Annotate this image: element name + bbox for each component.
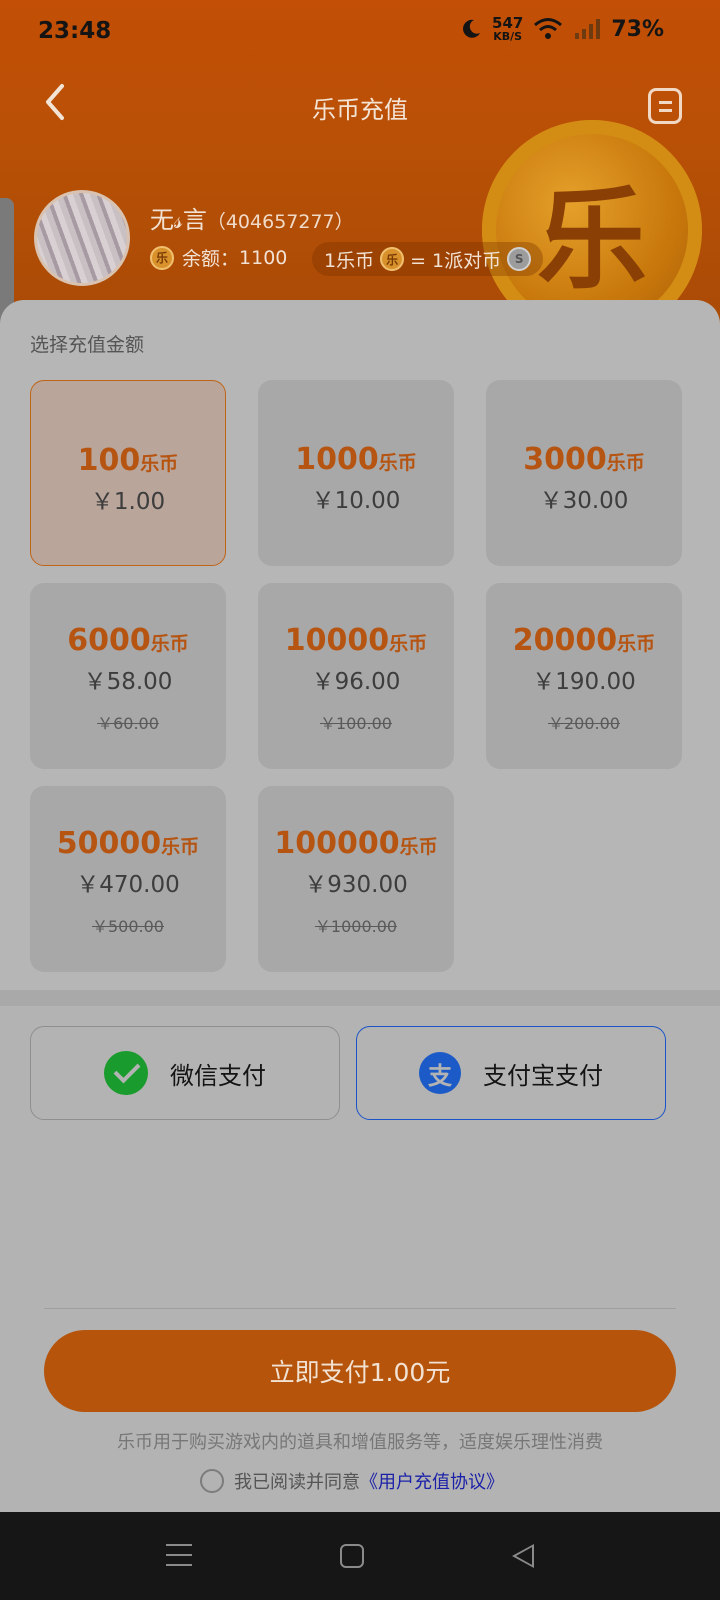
package-amount: 100000 [274, 826, 400, 861]
section-divider [0, 990, 720, 1006]
package-unit: 乐币 [378, 452, 417, 474]
package-amount-row: 100乐币 [31, 443, 225, 478]
party-coin-icon: S [507, 247, 532, 271]
avatar [34, 190, 130, 286]
divider [44, 1308, 676, 1309]
package-unit: 乐币 [140, 453, 179, 475]
system-nav-bar [0, 1512, 720, 1600]
package-original-price: ￥100.00 [320, 714, 392, 733]
package-amount: 100 [77, 443, 141, 478]
wifi-icon [534, 18, 563, 39]
recent-apps-icon[interactable] [166, 1542, 192, 1568]
net-speed: 547 KB/S [492, 14, 524, 43]
package-card[interactable]: 10000乐币 ￥96.00 ￥100.00 [258, 583, 454, 769]
package-amount-row: 3000乐币 [486, 442, 682, 477]
package-amount-row: 10000乐币 [258, 623, 454, 658]
package-amount: 1000 [295, 442, 379, 477]
section-label: 选择充值金额 [30, 334, 145, 356]
user-name-row: 无𝓈言（404657277） [150, 200, 354, 235]
page-title: 乐币充值 [312, 96, 408, 124]
package-amount: 50000 [56, 826, 162, 861]
agreement-checkbox[interactable] [200, 1469, 224, 1493]
user-name: 无𝓈言 [150, 206, 207, 234]
battery-percent: 73% [611, 16, 664, 42]
package-card[interactable]: 100乐币 ￥1.00 [30, 380, 226, 566]
package-card[interactable]: 1000乐币 ￥10.00 [258, 380, 454, 566]
package-card[interactable]: 50000乐币 ￥470.00 ￥500.00 [30, 786, 226, 972]
balance-value: 1100 [239, 246, 288, 269]
package-card[interactable]: 100000乐币 ￥930.00 ￥1000.00 [258, 786, 454, 972]
coin-icon: 乐 [380, 247, 405, 271]
agreement-text: 我已阅读并同意 [234, 1472, 360, 1493]
net-speed-value: 547 [492, 14, 524, 32]
notice-text: 乐币用于购买游戏内的道具和增值服务等，适度娱乐理性消费 [117, 1432, 603, 1453]
home-icon[interactable] [340, 1544, 364, 1568]
package-price: ￥470.00 [76, 872, 180, 898]
coin-decoration-char: 乐 [537, 176, 647, 304]
package-price: ￥10.00 [311, 488, 401, 514]
package-original-price: ￥60.00 [97, 714, 159, 733]
package-price: ￥58.00 [83, 669, 173, 695]
agreement-row: 我已阅读并同意 《用户充值协议》 [200, 1468, 504, 1494]
agreement-link[interactable]: 《用户充值协议》 [360, 1468, 504, 1494]
package-price: ￥930.00 [304, 872, 408, 898]
moon-icon [463, 19, 481, 38]
status-time: 23:48 [38, 18, 112, 44]
wechat-icon [104, 1051, 148, 1095]
wechat-pay-label: 微信支付 [170, 1061, 266, 1090]
package-amount-row: 1000乐币 [258, 442, 454, 477]
package-amount: 10000 [284, 623, 390, 658]
package-amount: 6000 [67, 623, 151, 658]
package-card[interactable]: 3000乐币 ￥30.00 [486, 380, 682, 566]
package-unit: 乐币 [617, 633, 656, 655]
package-unit: 乐币 [389, 633, 428, 655]
package-amount-row: 100000乐币 [258, 826, 454, 861]
user-id: （404657277） [206, 211, 354, 233]
package-amount-row: 6000乐币 [30, 623, 226, 658]
signal-icon [575, 19, 601, 39]
package-amount-row: 50000乐币 [30, 826, 226, 861]
coin-icon: 乐 [150, 245, 174, 270]
package-unit: 乐币 [161, 836, 200, 858]
pay-now-button[interactable]: 立即支付1.00元 [44, 1330, 676, 1412]
package-price: ￥30.00 [539, 488, 629, 514]
nav-back-icon[interactable] [512, 1544, 534, 1568]
package-unit: 乐币 [606, 452, 645, 474]
alipay-icon: 支 [419, 1052, 461, 1094]
package-original-price: ￥1000.00 [314, 917, 398, 936]
package-card[interactable]: 20000乐币 ￥190.00 ￥200.00 [486, 583, 682, 769]
package-card[interactable]: 6000乐币 ￥58.00 ￥60.00 [30, 583, 226, 769]
status-right: 547 KB/S 73% [460, 16, 664, 42]
balance: 乐 余额： 1100 [150, 244, 287, 271]
package-amount: 20000 [512, 623, 618, 658]
package-price: ￥1.00 [90, 489, 166, 515]
status-bar: 23:48 547 KB/S 73% [0, 0, 720, 64]
package-amount: 3000 [523, 442, 607, 477]
package-price: ￥190.00 [532, 669, 636, 695]
package-original-price: ￥500.00 [92, 917, 164, 936]
net-speed-unit: KB/S [493, 30, 523, 43]
rate-right: = 1派对币 [410, 249, 502, 272]
package-original-price: ￥200.00 [548, 714, 620, 733]
alipay-button[interactable]: 支 支付宝支付 [356, 1026, 666, 1120]
wechat-pay-button[interactable]: 微信支付 [30, 1026, 340, 1120]
package-unit: 乐币 [399, 836, 438, 858]
package-amount-row: 20000乐币 [486, 623, 682, 658]
exchange-rate: 1乐币 乐 = 1派对币 S [312, 242, 544, 276]
package-price: ￥96.00 [311, 669, 401, 695]
package-unit: 乐币 [150, 633, 189, 655]
rate-left: 1乐币 [324, 249, 375, 272]
alipay-label: 支付宝支付 [483, 1061, 603, 1090]
balance-label: 余额： [182, 248, 240, 270]
recharge-record-icon[interactable] [648, 88, 682, 124]
